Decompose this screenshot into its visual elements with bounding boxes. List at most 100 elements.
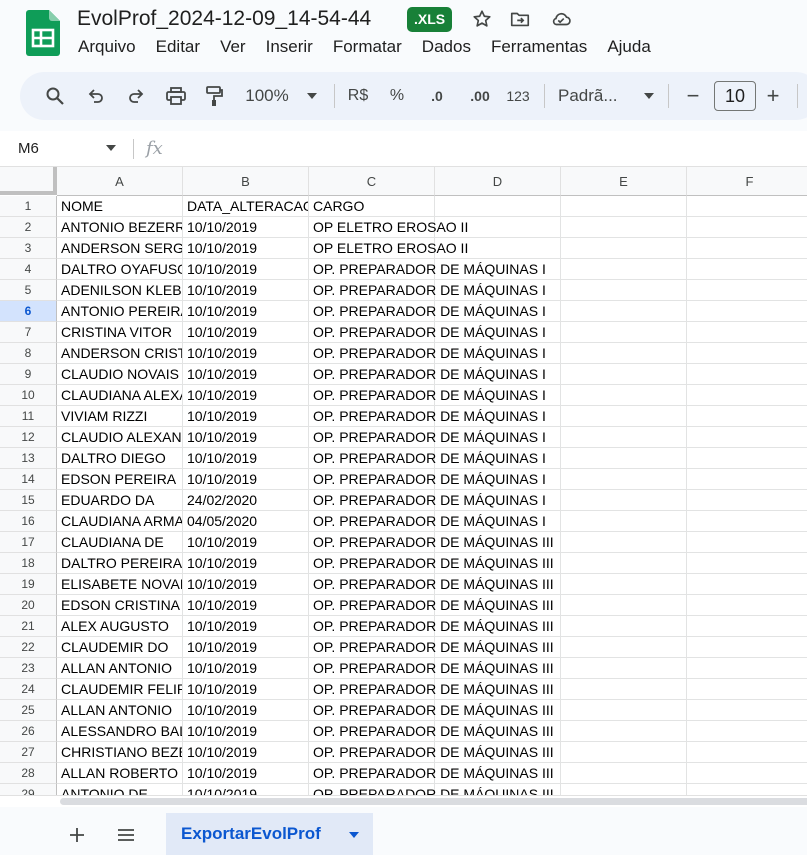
cell-nome[interactable]: VIVIAM RIZZI	[57, 406, 183, 427]
row-header[interactable]: 22	[0, 637, 57, 658]
row-header[interactable]: 4	[0, 259, 57, 280]
cell-nome[interactable]: EDUARDO DA	[57, 490, 183, 511]
cell-cargo[interactable]: OP. PREPARADOR DE MÁQUINAS III	[309, 553, 554, 574]
cell-data-alteracao[interactable]: 10/10/2019	[183, 217, 309, 238]
cell-empty[interactable]	[687, 763, 807, 784]
menu-arquivo[interactable]: Arquivo	[68, 36, 146, 60]
row-header[interactable]: 3	[0, 238, 57, 259]
sheet-tab-dropdown-icon[interactable]	[349, 832, 359, 838]
menu-inserir[interactable]: Inserir	[256, 36, 323, 60]
cell-cargo[interactable]: OP. PREPARADOR DE MÁQUINAS I	[309, 490, 546, 511]
name-box-dropdown-icon[interactable]	[106, 145, 116, 151]
row-header[interactable]: 21	[0, 616, 57, 637]
cell-data-alteracao[interactable]: 10/10/2019	[183, 448, 309, 469]
cell-data-alteracao[interactable]: 10/10/2019	[183, 343, 309, 364]
cell-empty[interactable]	[561, 742, 687, 763]
cell-empty[interactable]	[561, 427, 687, 448]
cell-nome[interactable]: NOME	[57, 196, 183, 217]
cell-data-alteracao[interactable]: 10/10/2019	[183, 406, 309, 427]
row-header[interactable]: 2	[0, 217, 57, 238]
row-header[interactable]: 7	[0, 322, 57, 343]
cell-empty[interactable]	[561, 217, 687, 238]
row-header[interactable]: 25	[0, 700, 57, 721]
cell-empty[interactable]	[687, 700, 807, 721]
cell-cargo[interactable]: OP. PREPARADOR DE MÁQUINAS I	[309, 469, 546, 490]
scrollbar-thumb[interactable]	[60, 798, 807, 805]
cell-nome[interactable]: ALESSANDRO BALL	[57, 721, 183, 742]
cell-data-alteracao[interactable]: 10/10/2019	[183, 385, 309, 406]
cell-empty[interactable]	[561, 595, 687, 616]
cell-cargo[interactable]: OP. PREPARADOR DE MÁQUINAS I	[309, 406, 546, 427]
cell-empty[interactable]	[561, 322, 687, 343]
cell-cargo[interactable]: OP. PREPARADOR DE MÁQUINAS III	[309, 742, 554, 763]
cell-nome[interactable]: CLAUDIANA ALEXA	[57, 385, 183, 406]
cell-data-alteracao[interactable]: 10/10/2019	[183, 301, 309, 322]
row-header[interactable]: 18	[0, 553, 57, 574]
cell-data-alteracao[interactable]: 10/10/2019	[183, 784, 309, 795]
cell-data-alteracao[interactable]: 24/02/2020	[183, 490, 309, 511]
menu-ver[interactable]: Ver	[210, 36, 256, 60]
cell-cargo[interactable]: CARGO	[309, 196, 435, 217]
print-button[interactable]	[163, 84, 189, 108]
font-size-input[interactable]: 10	[714, 81, 756, 111]
cell-nome[interactable]: ALEX AUGUSTO	[57, 616, 183, 637]
cell-cargo[interactable]: OP. PREPARADOR DE MÁQUINAS I	[309, 448, 546, 469]
cell-cargo[interactable]: OP. PREPARADOR DE MÁQUINAS I	[309, 322, 546, 343]
move-folder-icon[interactable]	[509, 8, 531, 30]
star-icon[interactable]	[471, 8, 493, 30]
cell-empty[interactable]	[687, 259, 807, 280]
row-header[interactable]: 24	[0, 679, 57, 700]
cell-empty[interactable]	[687, 406, 807, 427]
cell-empty[interactable]	[687, 595, 807, 616]
cell-data-alteracao[interactable]: 10/10/2019	[183, 679, 309, 700]
column-header-b[interactable]: B	[183, 167, 309, 196]
row-header[interactable]: 1	[0, 196, 57, 217]
cell-empty[interactable]	[561, 532, 687, 553]
increase-font-size-button[interactable]: +	[762, 83, 784, 108]
cell-empty[interactable]	[561, 259, 687, 280]
cell-empty[interactable]	[561, 763, 687, 784]
row-header[interactable]: 13	[0, 448, 57, 469]
cell-empty[interactable]	[687, 784, 807, 795]
decrease-decimal-button[interactable]: .0	[423, 84, 451, 108]
cell-empty[interactable]	[435, 196, 561, 217]
cell-nome[interactable]: CLAUDIO ALEXAND	[57, 427, 183, 448]
increase-decimal-button[interactable]: .00	[464, 84, 496, 108]
cell-nome[interactable]: CLAUDIANA ARMA	[57, 511, 183, 532]
cell-nome[interactable]: DALTRO PEREIRA	[57, 553, 183, 574]
redo-button[interactable]	[124, 84, 148, 108]
cell-nome[interactable]: ANTONIO PEREIRA	[57, 301, 183, 322]
font-family-select[interactable]: Padrã...	[558, 84, 628, 108]
zoom-value[interactable]: 100%	[242, 84, 292, 108]
row-header[interactable]: 23	[0, 658, 57, 679]
cell-empty[interactable]	[687, 490, 807, 511]
cell-nome[interactable]: DALTRO OYAFUSO	[57, 259, 183, 280]
row-header[interactable]: 16	[0, 511, 57, 532]
row-header[interactable]: 5	[0, 280, 57, 301]
cell-empty[interactable]	[687, 280, 807, 301]
cell-cargo[interactable]: OP. PREPARADOR DE MÁQUINAS III	[309, 679, 554, 700]
cell-data-alteracao[interactable]: 10/10/2019	[183, 763, 309, 784]
cell-data-alteracao[interactable]: 04/05/2020	[183, 511, 309, 532]
sheet-tab-active[interactable]: ExportarEvolProf	[166, 813, 373, 855]
cell-nome[interactable]: ADENILSON KLEBER	[57, 280, 183, 301]
horizontal-scrollbar[interactable]	[0, 795, 807, 807]
cell-empty[interactable]	[687, 322, 807, 343]
cell-nome[interactable]: CLAUDIANA DE	[57, 532, 183, 553]
paint-format-button[interactable]	[202, 84, 226, 108]
cell-empty[interactable]	[687, 658, 807, 679]
cell-nome[interactable]: ANTONIO BEZERRA	[57, 217, 183, 238]
cell-empty[interactable]	[687, 532, 807, 553]
row-header[interactable]: 6	[0, 301, 57, 322]
cell-nome[interactable]: ALLAN ANTONIO	[57, 700, 183, 721]
cell-cargo[interactable]: OP. PREPARADOR DE MÁQUINAS I	[309, 511, 546, 532]
cell-cargo[interactable]: OP. PREPARADOR DE MÁQUINAS I	[309, 427, 546, 448]
row-header[interactable]: 8	[0, 343, 57, 364]
cell-empty[interactable]	[687, 427, 807, 448]
cloud-saved-icon[interactable]	[550, 8, 572, 30]
cell-empty[interactable]	[687, 238, 807, 259]
menu-ajuda[interactable]: Ajuda	[597, 36, 660, 60]
column-header-c[interactable]: C	[309, 167, 435, 196]
cell-empty[interactable]	[561, 574, 687, 595]
cell-data-alteracao[interactable]: 10/10/2019	[183, 595, 309, 616]
